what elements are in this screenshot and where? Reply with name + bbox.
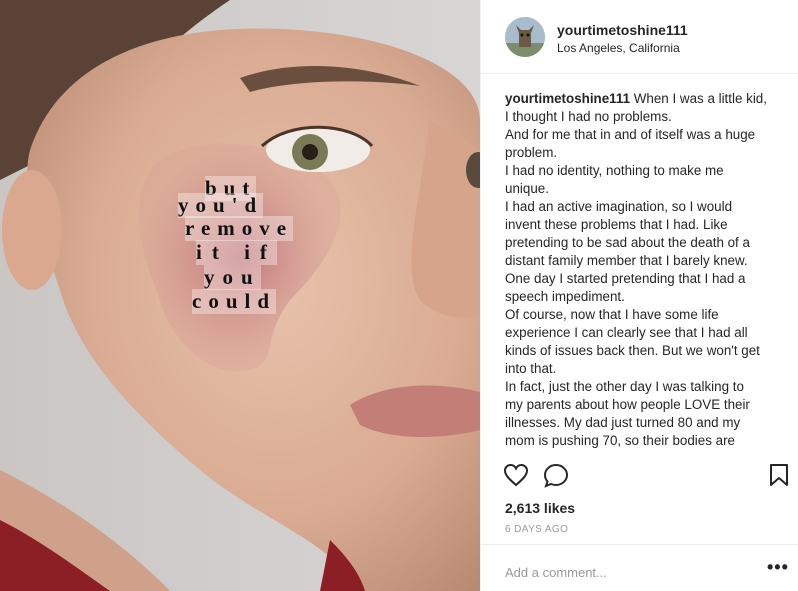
- comment-icon[interactable]: [543, 463, 569, 489]
- comment-bar: Add a comment... •••: [481, 544, 798, 591]
- caption-line: speech impediment.: [505, 289, 625, 304]
- more-options-icon[interactable]: •••: [767, 557, 789, 578]
- post-side-panel: yourtimetoshine111 Los Angeles, Californ…: [480, 0, 798, 591]
- post-caption: yourtimetoshine111 When I was a little k…: [505, 90, 793, 454]
- caption-line: mom is pushing 70, so their bodies are: [505, 433, 735, 448]
- caption-line: kinds of issues back then. But we won't …: [505, 343, 760, 358]
- overlay-word-2: you'd: [178, 193, 264, 218]
- caption-line: I had an active imagination, so I would: [505, 199, 733, 214]
- overlay-word-4: it if: [196, 240, 277, 265]
- avatar-image: [505, 17, 545, 57]
- caption-line: I had no identity, nothing to make me: [505, 163, 724, 178]
- caption-line: invent these problems that I had. Like: [505, 217, 728, 232]
- like-count[interactable]: 2,613 likes: [505, 500, 575, 516]
- post-date[interactable]: 6 DAYS AGO: [505, 524, 568, 535]
- caption-line: Of course, now that I have some life: [505, 307, 719, 322]
- caption-line: In fact, just the other day I was talkin…: [505, 379, 744, 394]
- caption-line: One day I started pretending that I had …: [505, 271, 746, 286]
- caption-line: into that.: [505, 361, 557, 376]
- caption-line: And for me that in and of itself was a h…: [505, 127, 756, 142]
- caption-line: pretending to be sad about the death of …: [505, 235, 750, 250]
- post-location[interactable]: Los Angeles, California: [557, 41, 680, 55]
- post-username[interactable]: yourtimetoshine111: [557, 22, 688, 38]
- post-header: yourtimetoshine111 Los Angeles, Californ…: [481, 0, 798, 74]
- caption-line: experience I can clearly see that I had …: [505, 325, 748, 340]
- comment-input[interactable]: Add a comment...: [505, 565, 607, 580]
- avatar[interactable]: [505, 17, 545, 57]
- caption-line: When I was a little kid,: [633, 91, 767, 106]
- overlay-word-6: could: [192, 289, 277, 314]
- caption-line: I thought I had no problems.: [505, 109, 672, 124]
- caption-line: unique.: [505, 181, 549, 196]
- bookmark-icon[interactable]: [769, 463, 789, 487]
- overlay-word-3: remove: [185, 216, 294, 241]
- overlay-word-5: you: [204, 265, 261, 290]
- heart-icon[interactable]: [503, 463, 529, 487]
- caption-username[interactable]: yourtimetoshine111: [505, 91, 630, 106]
- caption-line: my parents about how people LOVE their: [505, 397, 750, 412]
- post-actions: [481, 455, 798, 495]
- post-photo[interactable]: but you'd remove it if you could: [0, 0, 480, 591]
- caption-line: distant family member that I barely knew…: [505, 253, 748, 268]
- caption-line: illnesses. My dad just turned 80 and my: [505, 415, 741, 430]
- caption-line: problem.: [505, 145, 558, 160]
